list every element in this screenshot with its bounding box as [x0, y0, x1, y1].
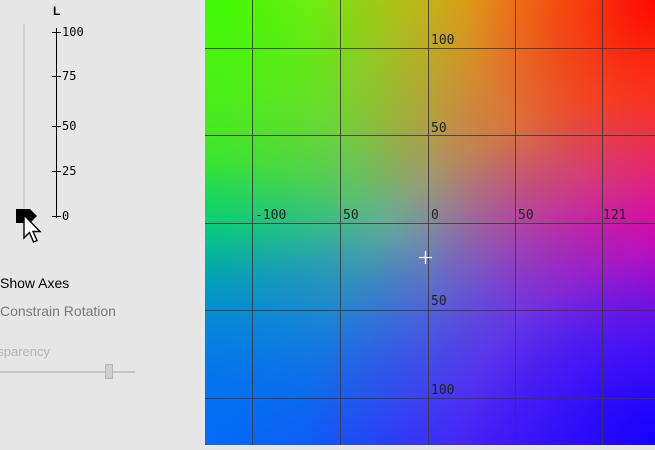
l-scale-tick — [52, 126, 61, 127]
show-axes-option[interactable]: Show Axes — [0, 275, 69, 291]
grid-line — [205, 135, 655, 136]
axis-label-a-121: 121 — [603, 208, 627, 223]
axis-label-a-0: 0 — [431, 208, 439, 223]
l-tick-50: 50 — [62, 119, 77, 133]
left-control-panel: L 100 75 50 25 0 Show Axes Constrain Rot… — [0, 0, 205, 450]
axis-label-a-50: 50 — [518, 208, 534, 223]
axis-label-b-neg50: 50 — [431, 294, 447, 309]
l-slider-track[interactable] — [23, 24, 25, 220]
l-tick-100: 100 — [62, 25, 84, 39]
plot-bottom-margin — [205, 445, 655, 450]
grid-line — [205, 223, 655, 224]
axis-label-b-neg100: 100 — [431, 383, 455, 398]
l-scale-tick — [52, 76, 61, 77]
l-tick-75: 75 — [62, 69, 77, 83]
axis-label-a-neg50: 50 — [343, 208, 359, 223]
axis-label-b-100: 100 — [431, 33, 455, 48]
crosshair-icon — [419, 251, 432, 264]
grid-line — [205, 310, 655, 311]
transparency-label: nsparency — [0, 344, 50, 359]
axis-label-a-neg100: -100 — [255, 208, 287, 223]
color-gamut-plot[interactable]: -100 50 0 50 121 100 50 50 100 — [205, 0, 655, 445]
l-tick-25: 25 — [62, 164, 77, 178]
transparency-slider-track[interactable] — [0, 371, 135, 373]
l-scale-tick — [52, 171, 61, 172]
l-scale-tick — [52, 32, 61, 33]
axis-label-b-50: 50 — [431, 121, 447, 136]
l-scale-tick — [52, 216, 61, 217]
l-tick-0: 0 — [62, 209, 70, 223]
transparency-slider-thumb[interactable] — [105, 364, 113, 379]
mouse-pointer-icon — [23, 214, 42, 243]
l-scale-line — [56, 28, 57, 218]
l-axis-label: L — [53, 4, 61, 18]
constrain-rotation-option[interactable]: Constrain Rotation — [0, 303, 116, 319]
grid-line — [205, 398, 655, 399]
grid-line — [205, 48, 655, 49]
